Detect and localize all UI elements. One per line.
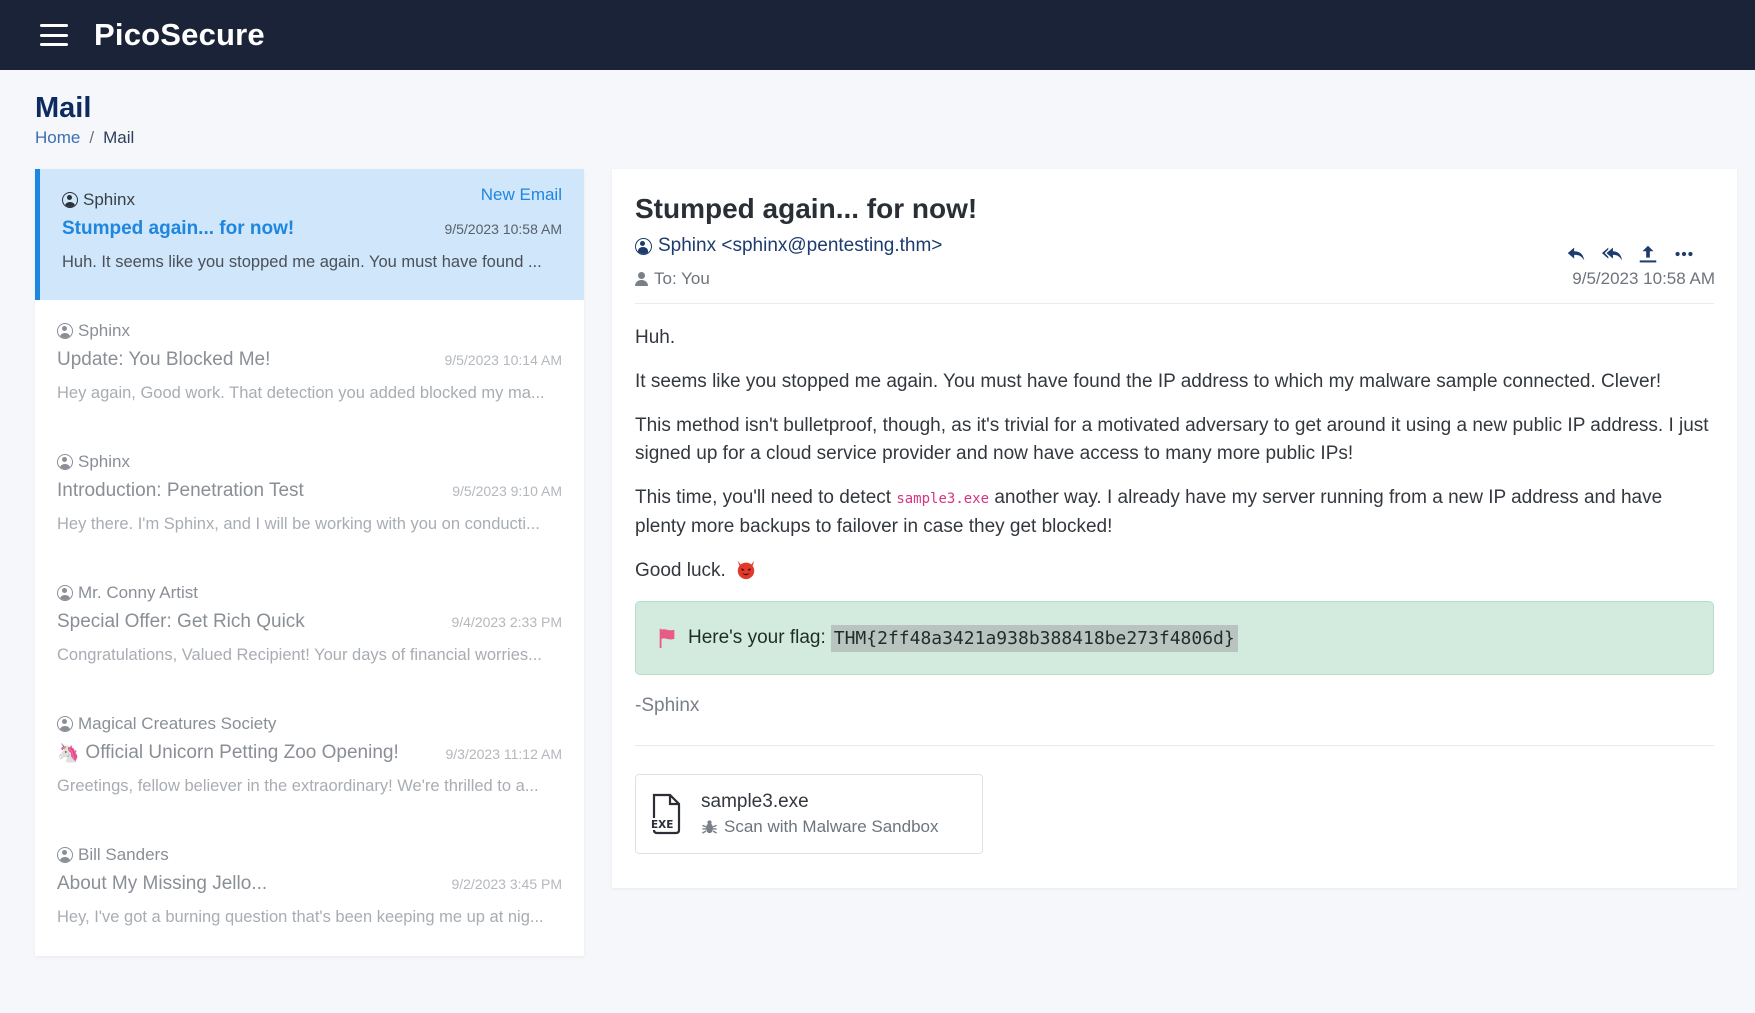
page-title: Mail [35,92,92,124]
breadcrumb: Home / Mail [35,128,134,148]
mail-sender: Sphinx [57,320,562,342]
user-circle-icon [635,237,652,255]
devil-emoji-icon [737,560,755,580]
reply-all-icon[interactable] [1601,243,1623,265]
scan-malware-label: Scan with Malware Sandbox [724,817,939,836]
mail-date: 9/5/2023 10:58 AM [1572,269,1715,288]
scan-malware-link[interactable]: Scan with Malware Sandbox [701,817,939,837]
mail-body-paragraph: It seems like you stopped me again. You … [635,371,1662,392]
mail-timestamp: 9/4/2023 2:33 PM [451,614,562,630]
mail-sender-name: Sphinx [78,452,130,471]
mail-sender-name: Sphinx [83,190,135,209]
user-circle-icon [57,323,73,339]
mail-subject: Stumped again... for now! [62,218,295,239]
reply-icon[interactable] [1565,243,1587,265]
hamburger-line [40,24,68,27]
breadcrumb-current: Mail [103,128,135,147]
exe-icon-label: EXE [651,819,673,831]
forward-icon[interactable] [1637,243,1659,265]
hamburger-line [40,43,68,46]
mail-preview: Congratulations, Valued Recipient! Your … [57,646,542,664]
inline-code: sample3.exe [896,491,990,507]
mail-preview: Huh. It seems like you stopped me again.… [62,253,542,271]
mail-subject: Introduction: Penetration Test [57,480,304,501]
mail-list-item[interactable]: Sphinx Introduction: Penetration Test 9/… [35,431,584,562]
more-icon[interactable] [1673,243,1695,265]
mail-body-paragraph: Good luck. [635,557,1714,585]
user-circle-icon [57,585,73,601]
mail-body: Huh. It seems like you stopped me again.… [635,324,1714,585]
flag-icon [659,628,675,649]
user-circle-icon [57,847,73,863]
mail-sender-name: Bill Sanders [78,845,169,864]
mail-list-item[interactable]: Sphinx Update: You Blocked Me! 9/5/2023 … [35,300,584,431]
mail-subject: 🦄 Official Unicorn Petting Zoo Opening! [57,742,399,764]
mail-body-text: This time, you'll need to detect [635,487,897,508]
mail-sender: Bill Sanders [57,844,562,866]
mail-body-paragraph: Huh. [635,327,676,348]
mail-timestamp: 9/5/2023 10:58 AM [444,221,562,237]
user-circle-icon [57,716,73,732]
mail-reader-subject: Stumped again... for now! [635,193,978,224]
mail-sender-name: Sphinx [78,321,130,340]
divider [635,745,1714,746]
mail-preview: Hey again, Good work. That detection you… [57,384,545,402]
mail-sender-name: Mr. Conny Artist [78,583,198,602]
mail-to-text: To: You [654,269,710,288]
attachment-info: sample3.exe Scan with Malware Sandbox [701,791,939,837]
mail-signature: -Sphinx [635,695,700,716]
mail-sender: Mr. Conny Artist [57,582,562,604]
mail-body-paragraph: This method isn't bulletproof, though, a… [635,415,1709,464]
mail-preview: Hey, I've got a burning question that's … [57,908,544,926]
hamburger-menu-icon[interactable] [40,24,68,46]
mail-timestamp: 9/5/2023 9:10 AM [452,483,562,499]
mail-list-item[interactable]: Bill Sanders About My Missing Jello... 9… [35,824,584,955]
mail-actions [1565,243,1695,265]
bug-icon [702,819,717,834]
brand-logo[interactable]: PicoSecure [94,17,265,53]
exe-file-icon: EXE [650,793,681,835]
mail-preview: Greetings, fellow believer in the extrao… [57,777,539,795]
mail-subject-text: Official Unicorn Petting Zoo Opening! [85,742,399,763]
mail-list: Sphinx New Email Stumped again... for no… [35,169,584,956]
mail-body-paragraph: This time, you'll need to detect sample3… [635,484,1714,541]
mail-subject: About My Missing Jello... [57,873,268,894]
attachment-name: sample3.exe [701,791,809,812]
mail-sender: Magical Creatures Society [57,713,562,735]
mail-sender: Sphinx [57,451,562,473]
mail-subject: Update: You Blocked Me! [57,349,271,370]
mail-list-item[interactable]: Mr. Conny Artist Special Offer: Get Rich… [35,562,584,693]
mail-body-text: Good luck. [635,560,726,581]
flag-alert: Here's your flag: THM{2ff48a3421a938b388… [635,601,1714,675]
mail-subject: Special Offer: Get Rich Quick [57,611,305,632]
mail-sender-name: Magical Creatures Society [78,714,277,733]
mail-from-address[interactable]: Sphinx <sphinx@pentesting.thm> [658,235,942,257]
top-navbar: PicoSecure [0,0,1755,70]
flag-label: Here's your flag: [688,627,826,648]
user-circle-icon [62,192,78,208]
divider [635,303,1714,304]
mail-list-item[interactable]: Magical Creatures Society 🦄 Official Uni… [35,693,584,824]
mail-timestamp: 9/5/2023 10:14 AM [444,352,562,368]
mail-to: To: You [635,269,1714,289]
person-icon [635,272,648,286]
hamburger-line [40,33,68,37]
breadcrumb-separator: / [89,128,95,147]
breadcrumb-home-link[interactable]: Home [35,128,80,148]
mail-from: Sphinx <sphinx@pentesting.thm> [635,235,1714,257]
mail-list-item[interactable]: Sphinx New Email Stumped again... for no… [35,169,584,300]
new-email-badge: New Email [480,185,562,204]
user-circle-icon [57,454,73,470]
unicorn-icon: 🦄 [57,743,80,763]
mail-timestamp: 9/2/2023 3:45 PM [451,876,562,892]
mail-preview: Hey there. I'm Sphinx, and I will be wor… [57,515,540,533]
flag-value[interactable]: THM{2ff48a3421a938b388418be273f4806d} [830,624,1238,652]
mail-reader: Stumped again... for now! Sphinx <sphinx… [612,169,1737,888]
attachment-card[interactable]: EXE sample3.exe Scan with Malware Sandbo… [635,774,983,854]
mail-timestamp: 9/3/2023 11:12 AM [445,746,563,762]
